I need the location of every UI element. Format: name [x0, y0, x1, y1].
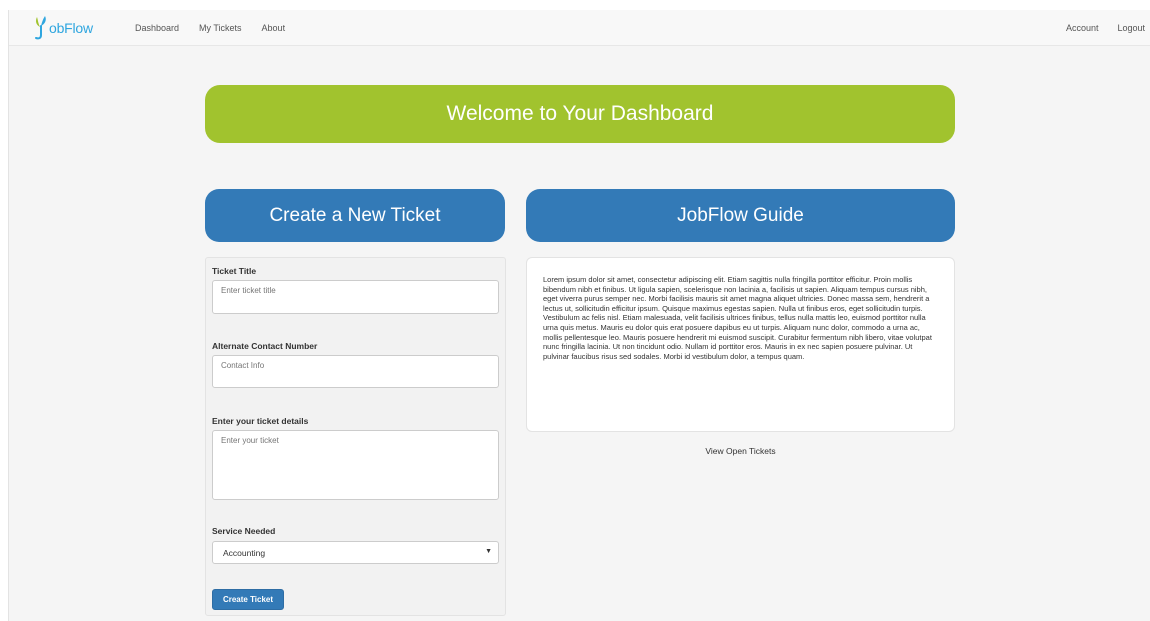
welcome-banner: Welcome to Your Dashboard: [205, 85, 955, 143]
navbar: obFlow Dashboard My Tickets About Accoun…: [9, 10, 1150, 46]
service-select[interactable]: Accounting ▼: [212, 541, 499, 564]
service-label: Service Needed: [212, 526, 276, 536]
ticket-title-input[interactable]: [212, 280, 499, 314]
nav-logout[interactable]: Logout: [1117, 23, 1145, 33]
nav-account[interactable]: Account: [1066, 23, 1099, 33]
chevron-down-icon: ▼: [485, 548, 492, 555]
brand-name: obFlow: [49, 20, 93, 36]
nav-dashboard[interactable]: Dashboard: [135, 23, 179, 33]
guide-panel: Lorem ipsum dolor sit amet, consectetur …: [526, 257, 955, 432]
details-input[interactable]: [212, 430, 499, 500]
contact-label: Alternate Contact Number: [212, 341, 318, 351]
create-ticket-title: Create a New Ticket: [269, 204, 441, 226]
view-open-tickets-link[interactable]: View Open Tickets: [526, 446, 955, 456]
service-selected-value: Accounting: [223, 547, 266, 558]
create-ticket-form: Ticket Title Alternate Contact Number En…: [205, 257, 506, 616]
nav-about[interactable]: About: [262, 23, 286, 33]
leaf-j-icon: [35, 16, 46, 40]
page-frame: obFlow Dashboard My Tickets About Accoun…: [8, 10, 1150, 621]
create-ticket-button[interactable]: Create Ticket: [212, 589, 284, 610]
create-ticket-header: Create a New Ticket: [205, 189, 505, 242]
details-label: Enter your ticket details: [212, 416, 309, 426]
contact-input[interactable]: [212, 355, 499, 388]
guide-title: JobFlow Guide: [677, 204, 804, 226]
nav-my-tickets[interactable]: My Tickets: [199, 23, 242, 33]
brand-logo[interactable]: obFlow: [33, 13, 93, 43]
guide-header: JobFlow Guide: [526, 189, 955, 242]
ticket-title-label: Ticket Title: [212, 266, 257, 276]
banner-title: Welcome to Your Dashboard: [446, 102, 714, 125]
guide-body: Lorem ipsum dolor sit amet, consectetur …: [543, 275, 932, 361]
